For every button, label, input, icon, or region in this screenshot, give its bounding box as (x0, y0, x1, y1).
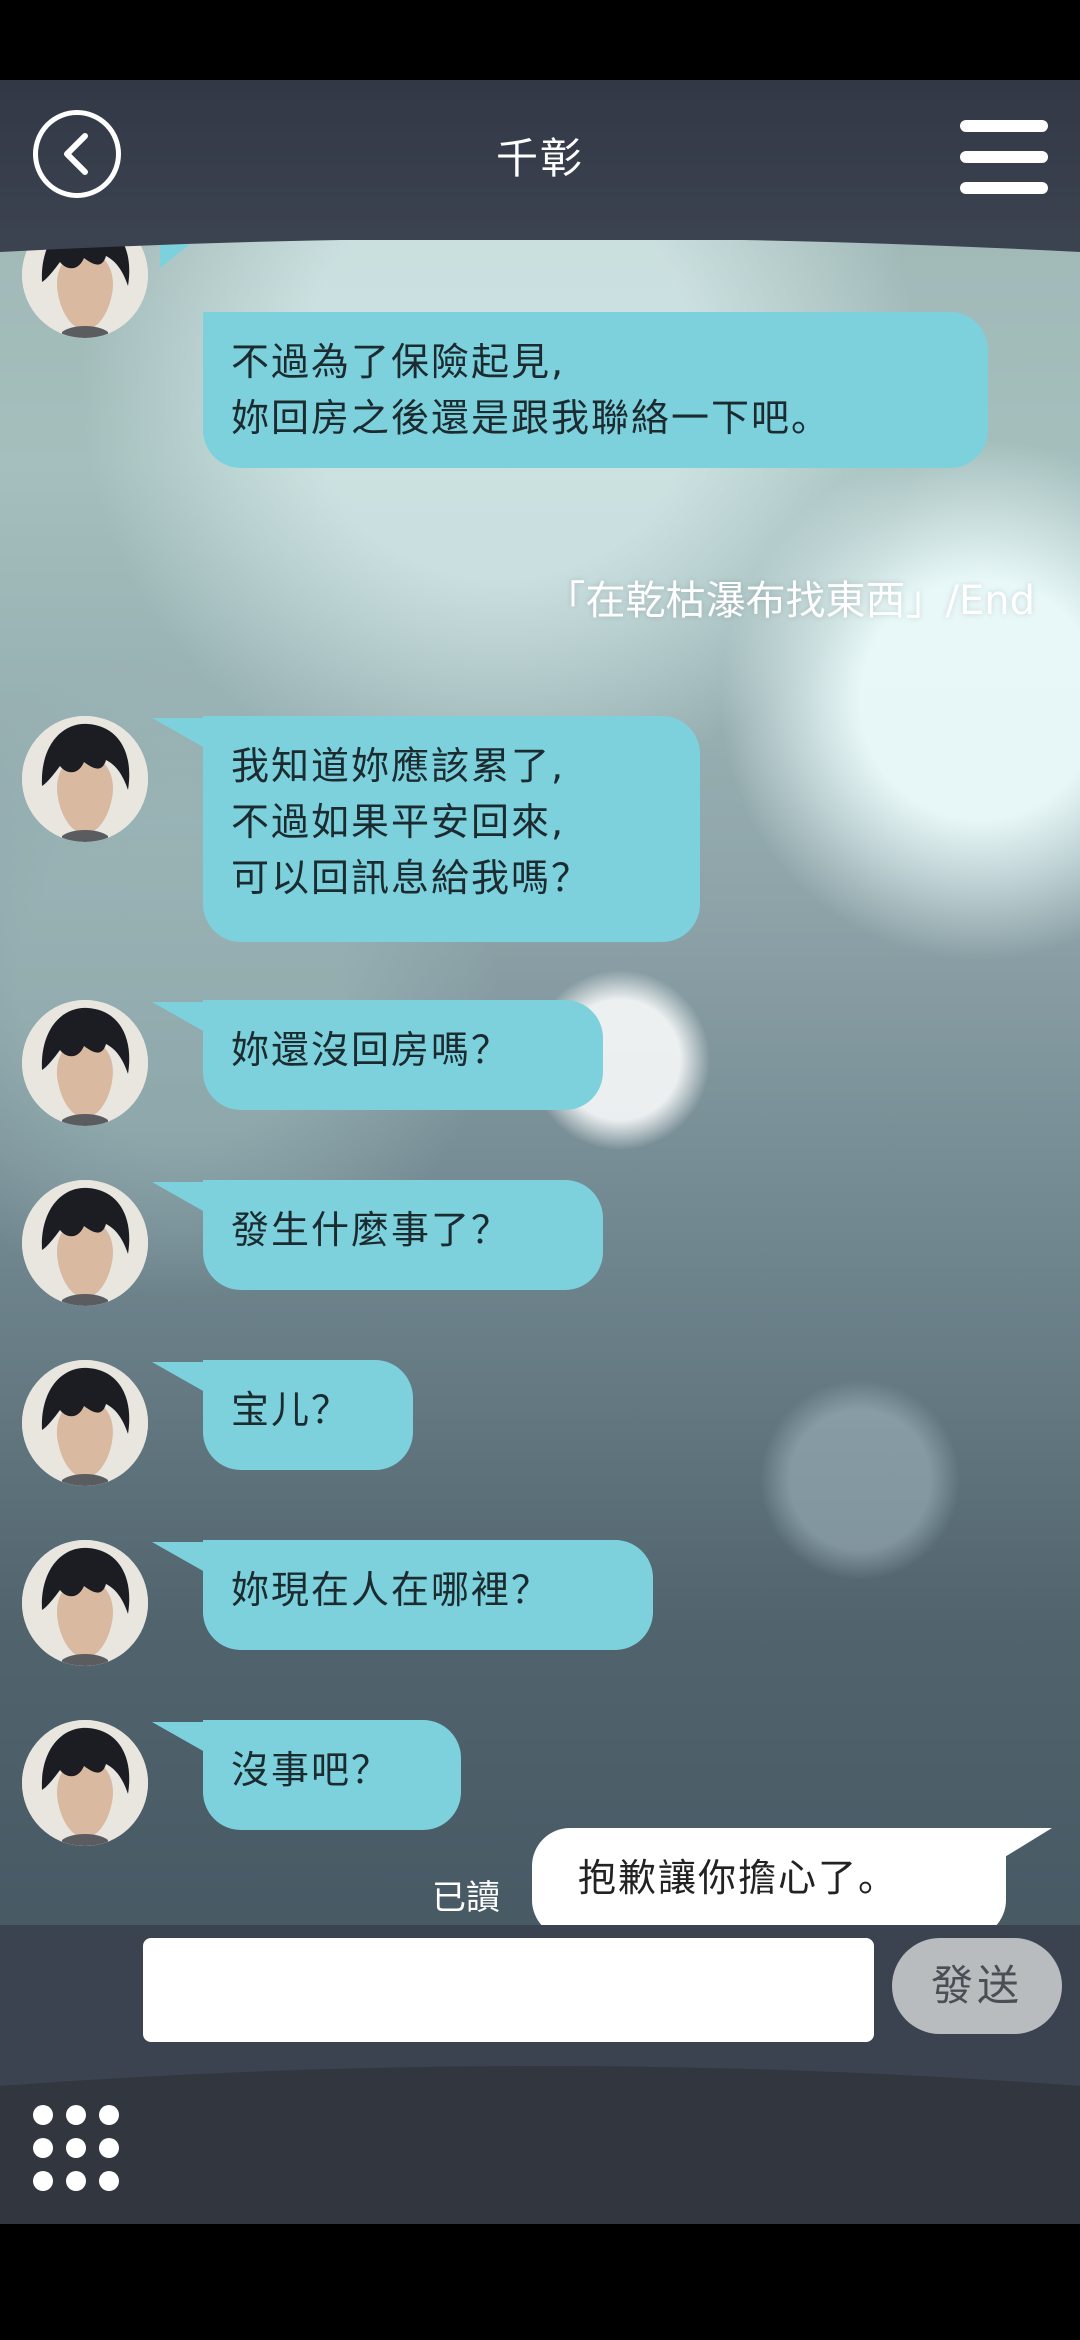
page-title: 千彰 (495, 134, 584, 183)
avatar[interactable] (22, 1540, 148, 1666)
menu-icon (960, 120, 1048, 132)
message-bubble[interactable]: 妳還沒回房嗎？ (203, 1000, 603, 1110)
avatar[interactable] (22, 716, 148, 842)
message-bubble[interactable]: 我知道妳應該累了, 不過如果平安回來, 可以回訊息給我嗎？ (203, 716, 700, 942)
read-receipt: 已讀 (432, 1878, 500, 1918)
more-options-button[interactable] (33, 2105, 121, 2193)
send-button[interactable]: 發送 (892, 1938, 1062, 2034)
message-bubble[interactable]: 妳現在人在哪裡？ (203, 1540, 653, 1650)
avatar[interactable] (22, 1360, 148, 1486)
menu-button[interactable] (960, 120, 1048, 194)
message-bubble[interactable]: 不過為了保險起見, 妳回房之後還是跟我聯絡一下吧。 (203, 312, 988, 468)
message-input[interactable] (143, 1938, 874, 2042)
bottom-curve (0, 2066, 1080, 2224)
avatar[interactable] (22, 1180, 148, 1306)
avatar[interactable] (22, 1000, 148, 1126)
outgoing-message-bubble[interactable]: 抱歉讓你擔心了。 (532, 1828, 1006, 1938)
header-bar: 千彰 (0, 80, 1080, 240)
message-bubble[interactable]: 沒事吧？ (203, 1720, 461, 1830)
header-curve (0, 230, 1080, 252)
menu-icon (960, 151, 1048, 163)
menu-icon (960, 182, 1048, 194)
message-bubble[interactable]: 發生什麼事了？ (203, 1180, 603, 1290)
chat-screen: 不過為了保險起見, 妳回房之後還是跟我聯絡一下吧。 「在乾枯瀑布找東西」/End… (0, 80, 1080, 2224)
system-note: 「在乾枯瀑布找東西」/End (545, 578, 1036, 624)
message-bubble[interactable]: 宝儿？ (203, 1360, 413, 1470)
avatar[interactable] (22, 1720, 148, 1846)
